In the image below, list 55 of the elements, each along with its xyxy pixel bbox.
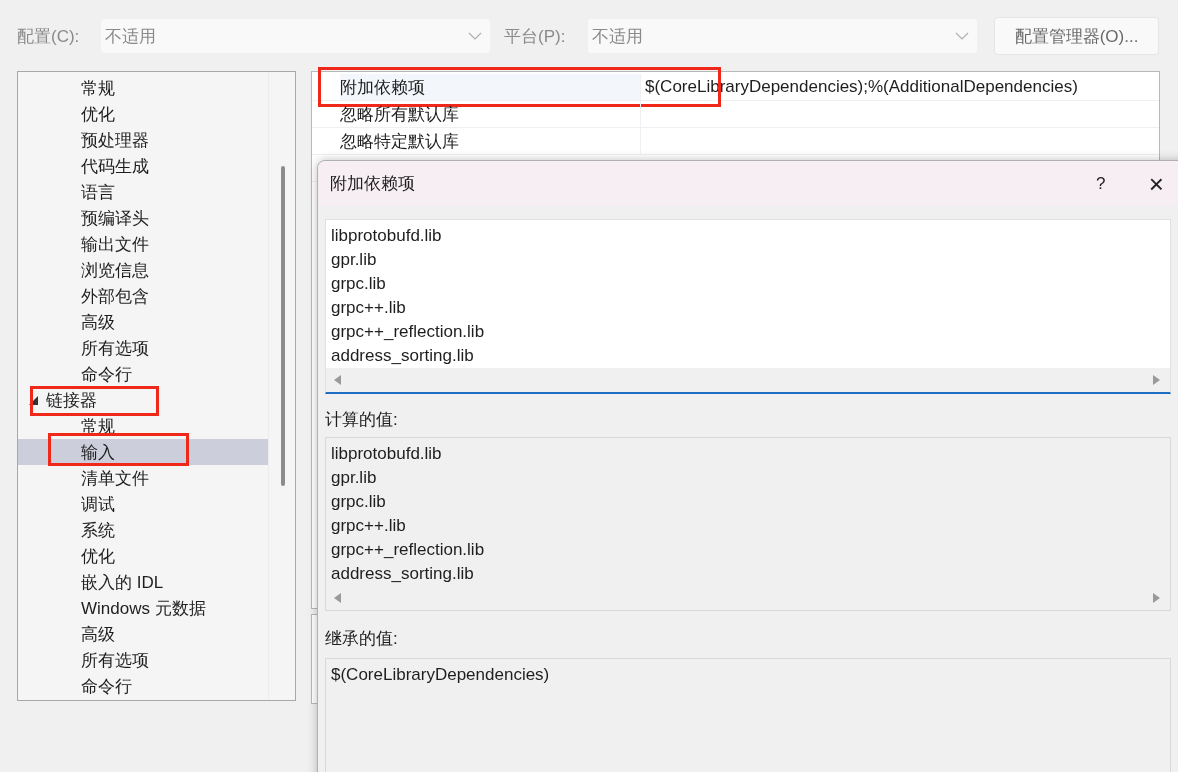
tree-item[interactable]: 所有选项 xyxy=(81,336,149,360)
help-button[interactable]: ? xyxy=(1088,173,1113,194)
tree-item[interactable]: 高级 xyxy=(81,310,115,334)
property-name[interactable]: 忽略所有默认库 xyxy=(340,101,641,127)
scroll-left-icon[interactable] xyxy=(334,593,342,603)
property-name[interactable]: 忽略特定默认库 xyxy=(340,128,641,154)
list-line: gpr.lib xyxy=(331,467,378,489)
list-line: grpc++.lib xyxy=(331,297,407,319)
tree-item[interactable]: 输入 xyxy=(81,440,115,464)
tree-item[interactable]: 外部包含 xyxy=(81,284,149,308)
config-label: 配置(C): xyxy=(17,25,81,48)
chevron-down-icon[interactable] xyxy=(468,32,482,40)
list-line: grpc++_reflection.lib xyxy=(331,539,486,561)
scroll-left-icon[interactable] xyxy=(334,375,342,385)
tree-item[interactable]: 高级 xyxy=(81,622,115,646)
tree-item[interactable]: 所有选项 xyxy=(81,648,149,672)
list-line: address_sorting.lib xyxy=(331,345,475,367)
scroll-right-icon[interactable] xyxy=(1152,593,1160,603)
platform-label: 平台(P): xyxy=(504,25,567,48)
configuration-manager-button[interactable]: 配置管理器(O)... xyxy=(994,17,1159,55)
close-button[interactable]: × xyxy=(1148,170,1164,197)
list-line: grpc++_reflection.lib xyxy=(331,321,486,343)
tree-item[interactable]: 优化 xyxy=(81,102,115,126)
tree-item[interactable]: 输出文件 xyxy=(81,232,149,256)
list-line: libprotobufd.lib xyxy=(331,225,443,247)
scrollbar-thumb[interactable] xyxy=(281,166,285,486)
tree-item[interactable]: 语言 xyxy=(81,180,115,204)
tree-item[interactable]: 预处理器 xyxy=(81,128,149,152)
scroll-right-icon[interactable] xyxy=(1152,375,1160,385)
list-line: grpc.lib xyxy=(331,491,387,513)
tree-group[interactable]: 链接器 xyxy=(29,388,97,412)
chevron-down-icon[interactable] xyxy=(955,32,969,40)
tree-item[interactable]: 嵌入的 IDL xyxy=(81,570,164,594)
dependencies-input[interactable]: libprotobufd.lib gpr.lib grpc.lib grpc++.lib grpc++_reflection.lib address_sorting.lib xyxy=(325,219,1171,394)
tree-item[interactable]: 清单文件 xyxy=(81,466,149,490)
list-line: grpc++.lib xyxy=(331,515,407,537)
list-line: address_sorting.lib xyxy=(331,563,475,585)
tree-item[interactable]: 命令行 xyxy=(81,362,132,386)
property-name[interactable]: 附加依赖项 xyxy=(340,74,641,100)
tree-item[interactable]: 调试 xyxy=(81,492,115,516)
list-line: $(CoreLibraryDependencies) xyxy=(331,664,551,686)
tree-item[interactable]: 系统 xyxy=(81,518,115,542)
computed-label: 计算的值: xyxy=(325,409,399,431)
tree-item[interactable]: 常规 xyxy=(81,76,115,100)
tree-item[interactable]: 优化 xyxy=(81,544,115,568)
tree-item[interactable]: 命令行 xyxy=(81,674,132,698)
tree-item[interactable]: Windows 元数据 xyxy=(81,596,206,620)
list-line: libprotobufd.lib xyxy=(331,443,443,465)
tree-item[interactable]: 预编译头 xyxy=(81,206,149,230)
list-line: grpc.lib xyxy=(331,273,387,295)
inherited-label: 继承的值: xyxy=(325,628,399,650)
tree-item[interactable]: 浏览信息 xyxy=(81,258,149,282)
tree-item[interactable]: 代码生成 xyxy=(81,154,149,178)
dialog-title: 附加依赖项 xyxy=(330,173,416,195)
list-line: gpr.lib xyxy=(331,249,378,271)
